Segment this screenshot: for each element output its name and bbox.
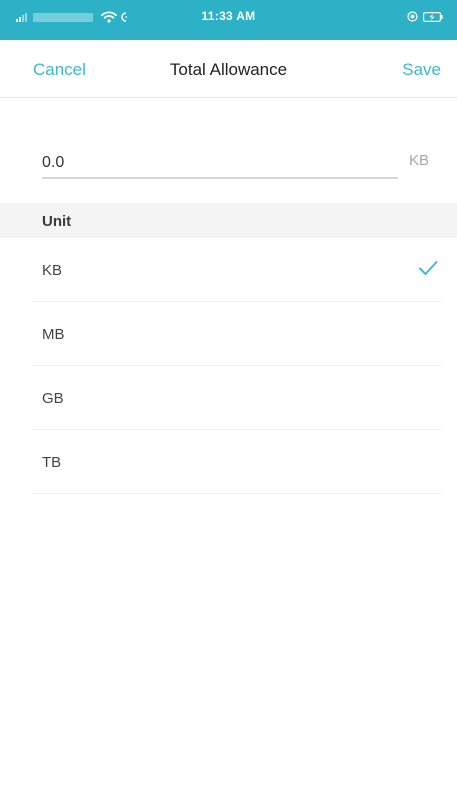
status-bar: 11:33 AM bbox=[0, 0, 457, 40]
section-header-label: Unit bbox=[42, 213, 72, 230]
total-allowance-screen: 11:33 AM Cancel Total Allowance Save KB … bbox=[0, 0, 457, 811]
unit-option-kb[interactable]: KB bbox=[0, 238, 457, 302]
unit-option-label: TB bbox=[42, 454, 62, 471]
orientation-lock-icon bbox=[407, 11, 418, 22]
unit-section-header: Unit bbox=[0, 203, 457, 238]
unit-option-label: KB bbox=[42, 262, 63, 279]
save-button[interactable]: Save bbox=[402, 60, 441, 80]
allowance-input[interactable] bbox=[42, 149, 398, 179]
page-title: Total Allowance bbox=[169, 60, 288, 79]
unit-option-label: MB bbox=[42, 326, 65, 343]
status-time: 11:33 AM bbox=[201, 9, 256, 23]
battery-charging-icon bbox=[423, 11, 443, 22]
unit-option-gb[interactable]: GB bbox=[0, 366, 457, 430]
unit-option-tb[interactable]: TB bbox=[0, 430, 457, 494]
status-right bbox=[407, 11, 443, 22]
nav-bar: Cancel Total Allowance Save bbox=[0, 40, 457, 98]
checkmark-icon bbox=[419, 261, 438, 275]
unit-option-label: GB bbox=[42, 390, 64, 407]
unit-option-mb[interactable]: MB bbox=[0, 302, 457, 366]
allowance-unit-label: KB bbox=[408, 152, 429, 169]
unit-list: KB MB GB TB bbox=[0, 238, 457, 494]
